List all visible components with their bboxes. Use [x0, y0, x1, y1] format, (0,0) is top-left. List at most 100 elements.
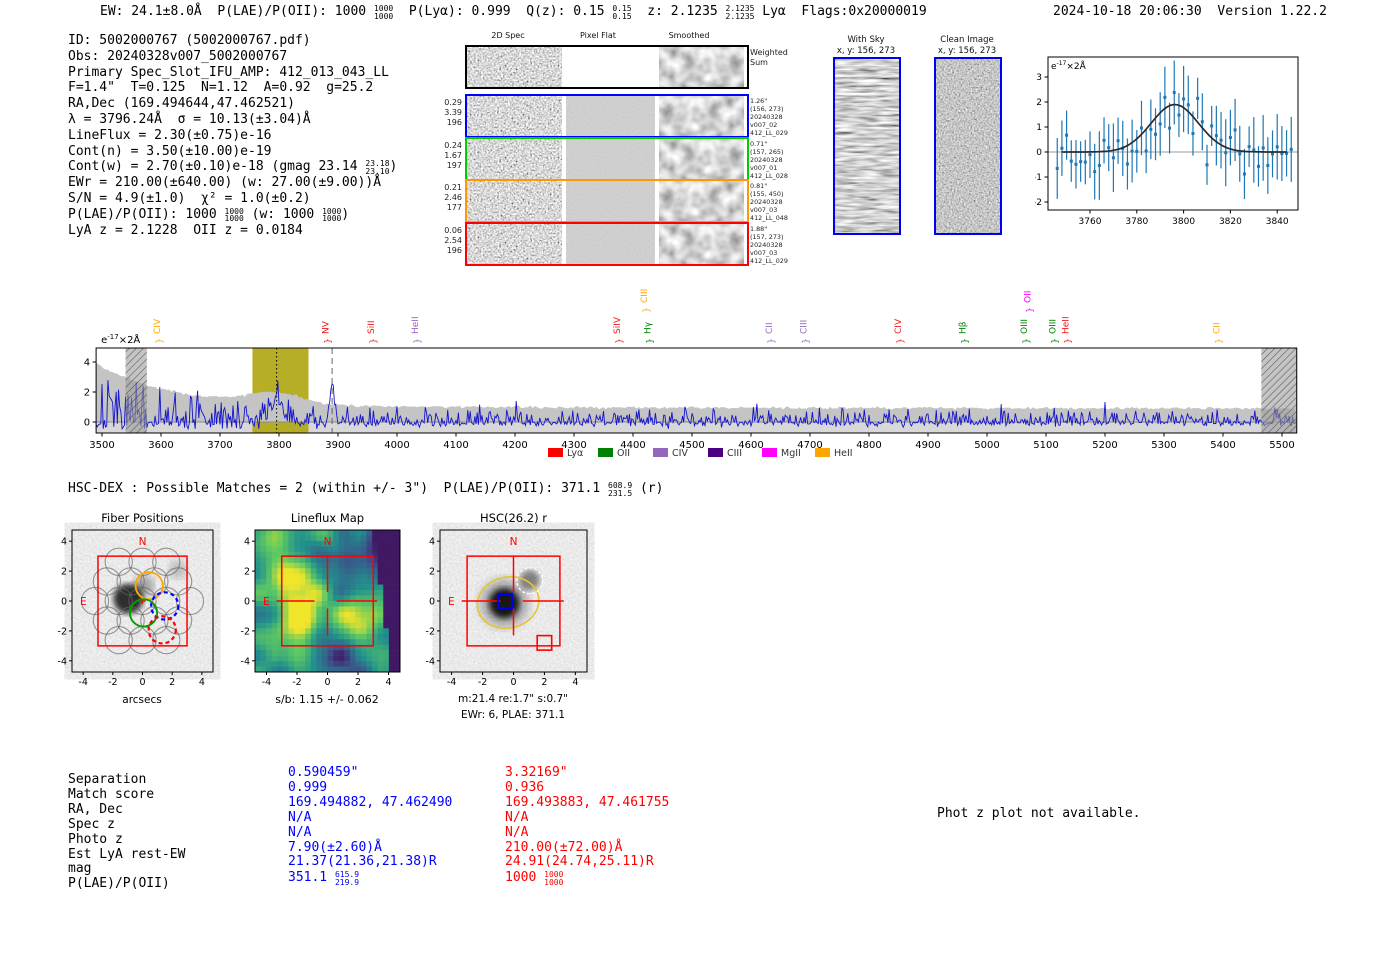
x-axis: 3500 3600 3700 3800 3900 4000 4100 4200 4300 4400… — [89, 433, 1295, 451]
line-label-brace: { — [1062, 338, 1072, 344]
match-value-text: N/A — [288, 809, 312, 825]
line-label-brace: { — [766, 338, 776, 344]
svg-text:4100: 4100 — [443, 440, 468, 451]
plot-title: Fiber Positions — [101, 511, 184, 525]
match-row-value: 3.32169" — [505, 765, 669, 781]
svg-text:4: 4 — [572, 677, 578, 688]
match-value-text: 7.90(±2.60)Å — [288, 839, 382, 855]
y-axis: -2 -1 0 1 2 3 — [1035, 73, 1048, 208]
info-text: Cont(w) = 2.70(±0.10)e-18 (gmag 23.14 — [68, 159, 366, 175]
match-row-value: 169.493883, 47.461755 — [505, 795, 669, 811]
elixer-report-page: EW: 24.1±8.0Å P(LAE)/P(OII): 1000 1000 10… — [0, 0, 1400, 953]
match-value-text: N/A — [288, 824, 312, 840]
with-sky-title: With Sky x, y: 156, 273 — [820, 35, 912, 57]
with-sky-subtitle: x, y: 156, 273 — [836, 46, 896, 56]
clean-image-title: Clean Image x, y: 156, 273 — [921, 35, 1013, 57]
line-label-brace: { — [641, 307, 651, 313]
line-label-brace: { — [367, 338, 377, 344]
legend-swatch — [653, 448, 668, 457]
svg-text:2: 2 — [169, 677, 175, 688]
line-label-brace: { — [153, 338, 163, 344]
match-row-value: 24.91(24.74,25.11)R — [505, 854, 669, 870]
info-line: λ = 3796.24Å σ = 10.13(±3.04)Å — [68, 112, 397, 128]
svg-text:2: 2 — [429, 567, 435, 578]
line-label: CIII — [640, 289, 650, 303]
spec2d-row-meta: 0.81" (155, 450) 20240328 v007_03 412_LL_048 — [750, 182, 788, 222]
info-line: S/N = 4.9(±1.0) χ² = 1.0(±0.2) — [68, 191, 397, 207]
match-row-label: P(LAE)/P(OII) — [68, 876, 170, 892]
info-line: LyA z = 2.1228 OII z = 0.0184 — [68, 223, 397, 239]
match-table-col2: 3.32169" 0.936 169.493883, 47.461755 N/A N/A… — [505, 765, 669, 886]
line-label: CII — [765, 322, 775, 334]
spec2d-col-header-1: 2D Spec — [491, 31, 525, 40]
svg-text:0: 0 — [84, 418, 90, 429]
svg-text:-4: -4 — [262, 677, 271, 688]
info-text: Obs: 20240328v007_5002000767 — [68, 48, 288, 64]
svg-text:5500: 5500 — [1269, 440, 1294, 451]
info-text: Primary Spec_Slot_IFU_AMP: 412_013_043_L… — [68, 64, 389, 80]
svg-text:3840: 3840 — [1266, 217, 1289, 227]
legend-swatch — [762, 448, 777, 457]
svg-text:3500: 3500 — [89, 440, 114, 451]
match-row-value: 21.37(21.36,21.38)R — [288, 854, 452, 870]
svg-text:2: 2 — [244, 567, 250, 578]
info-line: LineFlux = 2.30(±0.75)e-16 — [68, 128, 397, 144]
header-text: Lyα Flags:0x20000019 — [754, 4, 927, 19]
svg-text:-2: -2 — [108, 677, 117, 688]
plot-title: HSC(26.2) r — [480, 511, 547, 525]
compass-north: N — [139, 536, 147, 548]
svg-text:4: 4 — [84, 358, 90, 369]
svg-text:2: 2 — [355, 677, 361, 688]
info-line: F=1.4" T=0.125 N=1.12 A=0.92 g=25.2 — [68, 80, 397, 96]
y-axis: -4 -2 0 2 4 — [426, 537, 440, 667]
svg-text:2: 2 — [541, 677, 547, 688]
header-version: Version 1.22.2 — [1217, 4, 1327, 19]
spec2d-image — [659, 96, 744, 136]
svg-text:-2: -2 — [1035, 198, 1042, 208]
spec2d-image — [659, 47, 744, 87]
match-row-value: 210.00(±72.00)Å — [505, 840, 669, 856]
svg-text:5000: 5000 — [974, 440, 999, 451]
svg-text:4: 4 — [61, 537, 67, 548]
spec2d-row-meta: 0.71" (157, 265) 20240328 v007_01 412_LL_028 — [750, 140, 788, 180]
spec2d-image — [566, 224, 655, 264]
svg-text:-2: -2 — [58, 626, 67, 637]
photz-notice: Phot z plot not available. — [937, 806, 1141, 821]
info-text: λ = 3796.24Å σ = 10.13(±3.04)Å — [68, 111, 311, 127]
masked-band-hatch — [125, 348, 147, 433]
y-axis: -4 -2 0 2 4 — [241, 537, 255, 667]
x-axis: 3760 3780 3800 3820 3840 — [1079, 210, 1289, 227]
svg-text:1: 1 — [1036, 123, 1042, 133]
info-block: ID: 5002000767 (5002000767.pdf) Obs: 2024… — [68, 33, 397, 238]
info-line: RA,Dec (169.494644,47.462521) — [68, 96, 397, 112]
spec2d-image — [467, 47, 562, 87]
match-value-fraction: 1000 1000 — [544, 871, 563, 886]
hsc-dex-text: (r) — [632, 481, 664, 496]
match-value-text: 351.1 — [288, 870, 335, 886]
info-line: Cont(w) = 2.70(±0.10)e-18 (gmag 23.14 23… — [68, 159, 397, 175]
x-axis-label: m:21.4 re:1.7" s:0.7" — [458, 693, 568, 705]
match-row-label: Photo z — [68, 831, 123, 847]
info-text: ID: 5002000767 (5002000767.pdf) — [68, 33, 311, 48]
spec2d-row-meta: 1.26" (156, 273) 20240328 v007_02 412_LL_029 — [750, 97, 788, 137]
header-datetime-version: 2024-10-18 20:06:30 Version 1.22.2 — [1053, 4, 1327, 19]
y-axis: -4 -2 0 2 4 — [58, 537, 72, 667]
header-text: EW: 24.1±8.0Å P(LAE)/P(OII): 1000 — [100, 4, 374, 19]
svg-text:-4: -4 — [241, 656, 250, 667]
spec2d-image — [467, 181, 562, 221]
line-label: SiII — [367, 320, 377, 334]
match-row-label: RA, Dec — [68, 801, 123, 817]
fraction-bottom: 23.10 — [365, 166, 390, 176]
emission-line-labels: {CIV{NV{SiII{HeII{SiIV{Hγ{CIII{CII{CIII{… — [153, 289, 1223, 344]
match-row-label: mag — [68, 861, 92, 877]
header-spacer — [1202, 4, 1218, 19]
fraction-bottom: 1000 — [544, 877, 564, 887]
svg-text:4: 4 — [244, 537, 250, 548]
pixel-flat-blank — [566, 47, 655, 87]
match-row-value: 351.1 615.9 219.9 — [288, 870, 452, 886]
svg-text:-1: -1 — [1035, 173, 1042, 183]
svg-text:-2: -2 — [478, 677, 487, 688]
match-row-value: 0.936 — [505, 780, 669, 796]
svg-text:2: 2 — [1036, 98, 1042, 108]
svg-text:2: 2 — [61, 567, 67, 578]
